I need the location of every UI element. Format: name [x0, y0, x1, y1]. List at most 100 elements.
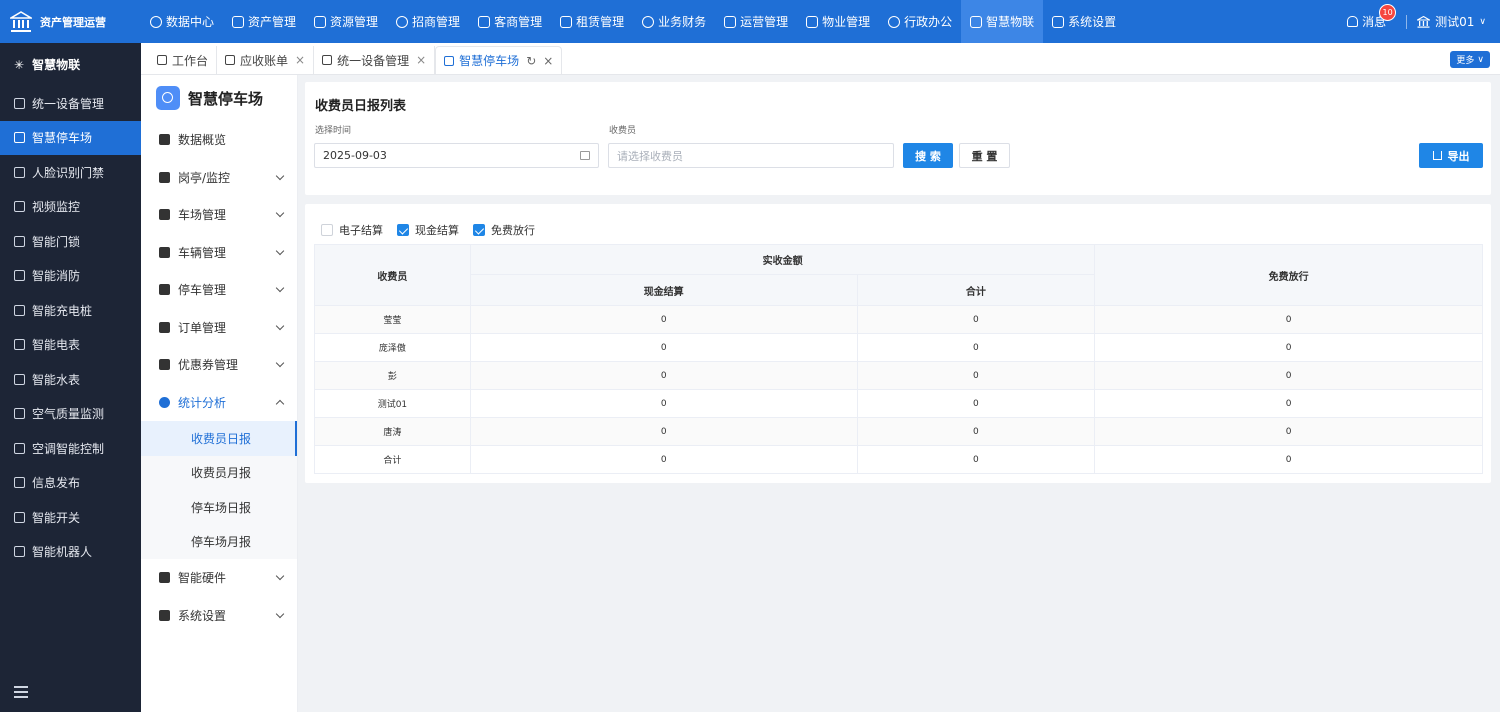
topnav-item-icon	[150, 15, 162, 28]
topnav-item-1[interactable]: 资产管理	[223, 0, 305, 43]
refresh-icon[interactable]: ↻	[526, 54, 536, 68]
table-row: 彭000	[314, 361, 1483, 390]
submenu-item[interactable]: 智能硬件	[141, 559, 297, 597]
sidebar-item-icon	[14, 304, 25, 316]
topnav-item-6[interactable]: 业务财务	[633, 0, 715, 43]
collector-select[interactable]: 请选择收费员	[608, 143, 894, 168]
sidebar-item-label: 智能水表	[32, 372, 81, 387]
submenu-item[interactable]: 数据概览	[141, 121, 297, 159]
tabs-more-button[interactable]: 更多 ∨	[1450, 51, 1490, 68]
user-name: 测试01	[1435, 15, 1475, 29]
tab-2[interactable]: 统一设备管理 ×	[314, 46, 436, 74]
submenu-item[interactable]: 统计分析	[141, 384, 297, 422]
search-button[interactable]: 搜 索	[903, 143, 953, 168]
sidebar-item-11[interactable]: 信息发布	[0, 466, 141, 501]
report-table-body: 莹莹 0 0 0 庞泽傲 0 0 0 彭 0 0 0 测试01 0 0 0 唐涛 0 0 0 合计 0 0 0	[314, 305, 1483, 474]
tab-icon	[225, 55, 236, 65]
reset-button[interactable]: 重 置	[959, 143, 1010, 168]
close-icon[interactable]: ×	[543, 54, 553, 68]
chevron-up-icon	[275, 399, 285, 408]
topnav-item-label: 资源管理	[330, 15, 379, 29]
sidebar-item-7[interactable]: 智能电表	[0, 328, 141, 363]
tabs-more-label: 更多	[1456, 56, 1475, 66]
settlement-checkbox-2[interactable]: 免费放行	[473, 222, 535, 238]
collector-placeholder: 请选择收费员	[617, 149, 683, 163]
checkbox[interactable]	[321, 224, 333, 236]
settlement-checkbox-1[interactable]: 现金结算	[397, 222, 459, 238]
sidebar-item-10[interactable]: 空调智能控制	[0, 431, 141, 466]
topnav-item-2[interactable]: 资源管理	[305, 0, 387, 43]
tab-3[interactable]: 智慧停车场 ↻ ×	[435, 46, 563, 74]
topnav-item-4[interactable]: 客商管理	[469, 0, 551, 43]
checkbox[interactable]	[397, 224, 409, 236]
collapse-sidebar-icon[interactable]	[14, 686, 28, 698]
user-menu[interactable]: 测试01 ∨	[1417, 13, 1486, 30]
app-logo[interactable]: 资产管理运营	[0, 0, 141, 43]
submenu-item[interactable]: 系统设置	[141, 597, 297, 635]
checkbox[interactable]	[473, 224, 485, 236]
sidebar-item-2[interactable]: 人脸识别门禁	[0, 155, 141, 190]
topnav-item-10[interactable]: 智慧物联	[961, 0, 1044, 43]
topnav-item-label: 行政办公	[904, 15, 953, 29]
topnav-item-8[interactable]: 物业管理	[797, 0, 879, 43]
report-panel: 电子结算 现金结算 免费放行 收费员 实收金额 免费放行 现金结算 合计 莹莹 0 0 0…	[305, 204, 1491, 483]
sidebar-item-13[interactable]: 智能机器人	[0, 535, 141, 570]
table-cell-free: 0	[1094, 417, 1483, 446]
tab-0[interactable]: 工作台	[149, 46, 218, 74]
submenu-subitem-1[interactable]: 收费员月报	[141, 455, 297, 490]
chevron-down-icon: ∨	[1479, 16, 1486, 27]
messages-button[interactable]: 消息 10	[1347, 4, 1397, 30]
sidebar-item-5[interactable]: 智能消防	[0, 259, 141, 294]
sidebar-item-3[interactable]: 视频监控	[0, 190, 141, 225]
submenu-item[interactable]: 岗亭/监控	[141, 159, 297, 197]
sidebar-item-8[interactable]: 智能水表	[0, 362, 141, 397]
sidebar-item-icon	[14, 132, 25, 144]
sidebar-item-label: 智能门锁	[32, 234, 81, 249]
search-button-label: 搜 索	[915, 149, 941, 163]
sidebar-item-1[interactable]: 智慧停车场	[0, 120, 141, 155]
topnav-item-9[interactable]: 行政办公	[879, 0, 961, 43]
submenu-item[interactable]: 订单管理	[141, 309, 297, 347]
submenu-item-label: 数据概览	[178, 133, 227, 148]
tab-icon	[444, 55, 455, 66]
tab-icon	[157, 55, 167, 65]
topnav-item-3[interactable]: 招商管理	[387, 0, 469, 43]
topnav-item-label: 物业管理	[822, 15, 871, 29]
submenu-item[interactable]: 优惠券管理	[141, 346, 297, 384]
submenu-subitem-0[interactable]: 收费员日报	[141, 421, 297, 456]
reset-button-label: 重 置	[971, 149, 998, 163]
submenu-item[interactable]: 停车管理	[141, 271, 297, 309]
topnav-item-5[interactable]: 租赁管理	[551, 0, 633, 43]
topnav-item-icon	[888, 15, 901, 28]
sidebar-item-0[interactable]: 统一设备管理	[0, 86, 141, 121]
settlement-checkbox-0[interactable]: 电子结算	[321, 222, 383, 238]
submenu-item[interactable]: 车辆管理	[141, 234, 297, 272]
submenu-subitem-3[interactable]: 停车场月报	[141, 524, 297, 559]
topnav-item-label: 数据中心	[166, 15, 215, 29]
topnav-item-0[interactable]: 数据中心	[141, 0, 223, 43]
sidebar-item-12[interactable]: 智能开关	[0, 500, 141, 535]
tab-1[interactable]: 应收账单 ×	[217, 46, 315, 74]
sidebar-item-6[interactable]: 智能充电桩	[0, 293, 141, 328]
table-cell-free: 0	[1094, 333, 1483, 362]
sidebar-item-label: 智能充电桩	[32, 303, 93, 318]
date-value: 2025-09-03	[323, 149, 387, 162]
topnav-item-7[interactable]: 运营管理	[715, 0, 797, 43]
export-button[interactable]: 导出	[1419, 143, 1483, 168]
table-cell-name: 测试01	[314, 389, 471, 418]
close-icon[interactable]: ×	[295, 53, 305, 67]
date-picker[interactable]: 2025-09-03	[314, 143, 599, 168]
collector-column-header: 收费员	[314, 244, 471, 306]
close-icon[interactable]: ×	[416, 53, 426, 67]
free-release-column-header: 免费放行	[1094, 244, 1483, 306]
sidebar-item-4[interactable]: 智能门锁	[0, 224, 141, 259]
tab-label: 工作台	[172, 53, 209, 68]
table-cell-name: 莹莹	[314, 305, 471, 334]
table-cell-total: 0	[856, 445, 1096, 474]
sidebar-item-label: 人脸识别门禁	[32, 165, 105, 180]
submenu-item[interactable]: 车场管理	[141, 196, 297, 234]
submenu-subitem-2[interactable]: 停车场日报	[141, 490, 297, 525]
topnav-item-11[interactable]: 系统设置	[1043, 0, 1125, 43]
chevron-down-icon	[275, 209, 285, 218]
sidebar-item-9[interactable]: 空气质量监测	[0, 397, 141, 432]
